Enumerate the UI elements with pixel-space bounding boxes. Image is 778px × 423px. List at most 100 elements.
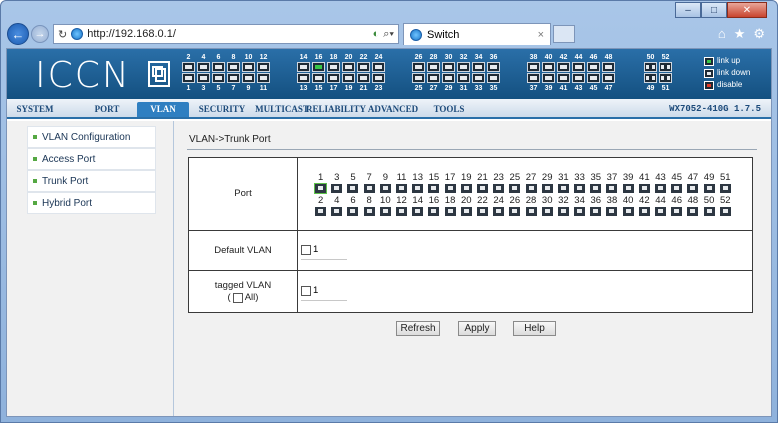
port-10-icon[interactable] (242, 62, 255, 72)
ethernet-port-icon[interactable] (509, 207, 521, 216)
menu-tools[interactable]: TOOLS (423, 102, 475, 117)
ethernet-port-icon[interactable] (476, 184, 488, 193)
ethernet-port-icon[interactable] (590, 184, 602, 193)
menu-multicast[interactable]: MULTICAST (255, 102, 309, 117)
refresh-button[interactable]: Refresh (396, 321, 440, 336)
port-option-26[interactable]: 26 (508, 196, 521, 216)
back-arrow-icon[interactable]: ← (7, 23, 29, 45)
ethernet-port-icon[interactable] (557, 184, 569, 193)
port-option-39[interactable]: 39 (622, 173, 635, 193)
ethernet-port-icon[interactable] (557, 207, 569, 216)
port-36-icon[interactable] (487, 62, 500, 72)
port-option-20[interactable]: 20 (460, 196, 473, 216)
port-option-19[interactable]: 19 (460, 173, 473, 193)
port-47-icon[interactable] (602, 73, 615, 83)
port-42-icon[interactable] (557, 62, 570, 72)
refresh-icon[interactable]: ↻ (58, 28, 67, 41)
port-option-49[interactable]: 49 (703, 173, 716, 193)
port-option-22[interactable]: 22 (476, 196, 489, 216)
port-38-icon[interactable] (527, 62, 540, 72)
ethernet-port-icon[interactable] (719, 207, 731, 216)
port-option-15[interactable]: 15 (427, 173, 440, 193)
ethernet-port-icon[interactable] (509, 184, 521, 193)
port-49-icon[interactable] (644, 73, 657, 83)
port-23-icon[interactable] (372, 73, 385, 83)
ethernet-port-icon[interactable] (622, 184, 634, 193)
port-option-36[interactable]: 36 (589, 196, 602, 216)
port-option-12[interactable]: 12 (395, 196, 408, 216)
port-option-43[interactable]: 43 (654, 173, 667, 193)
port-8-icon[interactable] (227, 62, 240, 72)
forward-arrow-icon[interactable]: → (31, 25, 49, 43)
port-19-icon[interactable] (342, 73, 355, 83)
ethernet-port-icon[interactable] (347, 207, 359, 216)
port-2-icon[interactable] (182, 62, 195, 72)
ethernet-port-icon[interactable] (460, 207, 472, 216)
home-icon[interactable]: ⌂ (718, 26, 726, 42)
ethernet-port-icon[interactable] (687, 184, 699, 193)
menu-security[interactable]: SECURITY (193, 102, 251, 117)
port-option-31[interactable]: 31 (557, 173, 570, 193)
ethernet-port-icon[interactable] (428, 207, 440, 216)
port-option-44[interactable]: 44 (654, 196, 667, 216)
port-option-17[interactable]: 17 (444, 173, 457, 193)
menu-system[interactable]: SYSTEM (12, 102, 58, 117)
ethernet-port-icon[interactable] (687, 207, 699, 216)
port-option-52[interactable]: 52 (719, 196, 732, 216)
ethernet-port-icon[interactable] (331, 207, 343, 216)
port-26-icon[interactable] (412, 62, 425, 72)
default-vlan-checkbox[interactable] (301, 244, 311, 255)
address-text[interactable]: http://192.168.0.1/ (87, 28, 368, 40)
port-option-21[interactable]: 21 (476, 173, 489, 193)
port-option-41[interactable]: 41 (638, 173, 651, 193)
ethernet-port-icon[interactable] (638, 184, 650, 193)
ethernet-port-icon[interactable] (493, 207, 505, 216)
port-option-40[interactable]: 40 (622, 196, 635, 216)
port-46-icon[interactable] (587, 62, 600, 72)
port-18-icon[interactable] (327, 62, 340, 72)
minimize-button[interactable]: – (675, 2, 701, 18)
menu-reliability[interactable]: RELIABILITY (306, 102, 366, 117)
ethernet-port-icon[interactable] (444, 207, 456, 216)
ethernet-port-icon[interactable] (703, 207, 715, 216)
ethernet-port-icon[interactable] (606, 184, 618, 193)
port-31-icon[interactable] (457, 73, 470, 83)
port-50-icon[interactable] (644, 62, 657, 72)
port-24-icon[interactable] (372, 62, 385, 72)
ethernet-port-icon[interactable] (590, 207, 602, 216)
maximize-button[interactable]: □ (701, 2, 727, 18)
help-button[interactable]: Help (513, 321, 556, 336)
port-3-icon[interactable] (197, 73, 210, 83)
ethernet-port-icon[interactable] (379, 207, 391, 216)
ethernet-port-icon[interactable] (525, 207, 537, 216)
menu-vlan[interactable]: VLAN (137, 102, 189, 117)
port-15-icon[interactable] (312, 73, 325, 83)
port-option-42[interactable]: 42 (638, 196, 651, 216)
port-option-14[interactable]: 14 (411, 196, 424, 216)
ethernet-port-icon[interactable] (541, 184, 553, 193)
address-bar[interactable]: ↻ http://192.168.0.1/ ◐ ⌕▾ (53, 24, 399, 44)
port-43-icon[interactable] (572, 73, 585, 83)
port-option-32[interactable]: 32 (557, 196, 570, 216)
port-20-icon[interactable] (342, 62, 355, 72)
port-30-icon[interactable] (442, 62, 455, 72)
port-28-icon[interactable] (427, 62, 440, 72)
ethernet-port-icon[interactable] (314, 183, 328, 194)
port-29-icon[interactable] (442, 73, 455, 83)
port-4-icon[interactable] (197, 62, 210, 72)
ethernet-port-icon[interactable] (574, 184, 586, 193)
port-option-37[interactable]: 37 (605, 173, 618, 193)
search-icon[interactable]: ⌕▾ (383, 28, 394, 41)
port-option-29[interactable]: 29 (541, 173, 554, 193)
ethernet-port-icon[interactable] (671, 207, 683, 216)
ethernet-port-icon[interactable] (363, 207, 375, 216)
port-51-icon[interactable] (659, 73, 672, 83)
port-option-34[interactable]: 34 (573, 196, 586, 216)
compat-icon[interactable]: ◐ (373, 28, 380, 40)
close-tab-icon[interactable]: × (538, 29, 544, 41)
new-tab-button[interactable] (553, 25, 575, 43)
port-option-25[interactable]: 25 (508, 173, 521, 193)
ethernet-port-icon[interactable] (428, 184, 440, 193)
port-option-24[interactable]: 24 (492, 196, 505, 216)
sidebar-item-vlan-configuration[interactable]: VLAN Configuration (27, 126, 156, 148)
